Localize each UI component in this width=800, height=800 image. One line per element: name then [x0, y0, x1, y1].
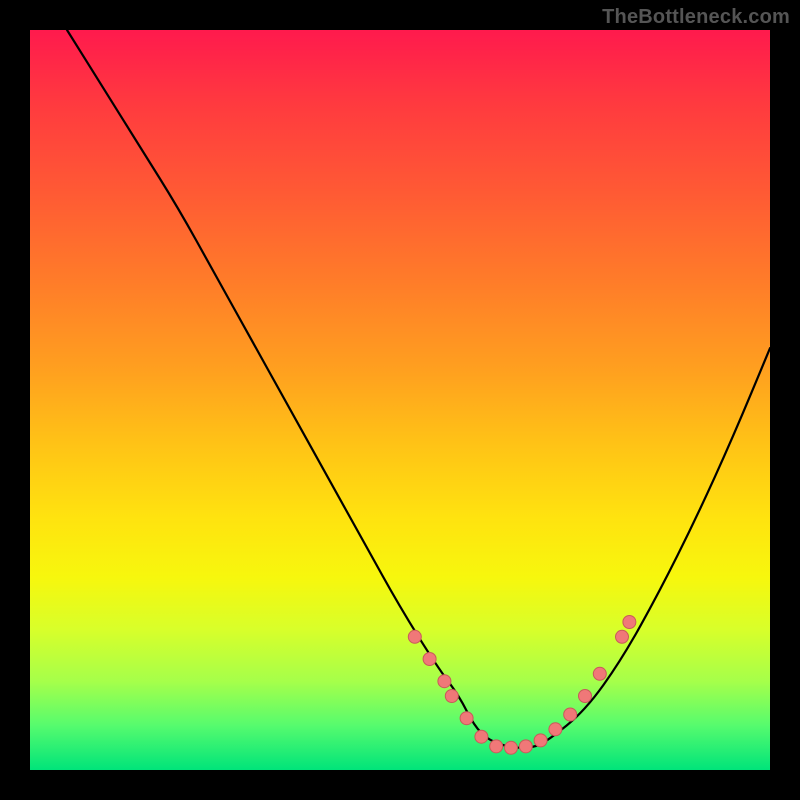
bottleneck-curve-svg: [30, 30, 770, 770]
watermark-text: TheBottleneck.com: [602, 6, 790, 29]
curve-marker: [549, 723, 562, 736]
curve-marker: [460, 712, 473, 725]
curve-marker: [475, 730, 488, 743]
curve-marker: [616, 630, 629, 643]
curve-marker: [564, 708, 577, 721]
curve-marker: [423, 653, 436, 666]
curve-marker: [505, 741, 518, 754]
curve-marker: [593, 667, 606, 680]
curve-marker: [408, 630, 421, 643]
curve-marker: [490, 740, 503, 753]
curve-markers: [408, 616, 636, 755]
curve-marker: [519, 740, 532, 753]
chart-frame: TheBottleneck.com: [0, 0, 800, 800]
curve-marker: [438, 675, 451, 688]
curve-marker: [445, 690, 458, 703]
curve-marker: [534, 734, 547, 747]
plot-area: [30, 30, 770, 770]
curve-marker: [623, 616, 636, 629]
curve-marker: [579, 690, 592, 703]
